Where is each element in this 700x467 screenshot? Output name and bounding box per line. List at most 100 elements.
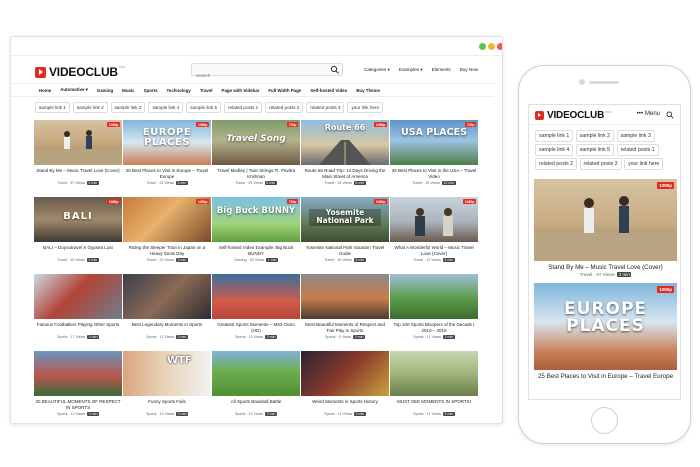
- site-logo[interactable]: VIDEOCLUB PRO: [35, 65, 125, 79]
- video-card[interactable]: Big Buck BUNNY 720p Self-hosted Video Ex…: [212, 197, 300, 262]
- video-title[interactable]: Stand By Me – Music Travel Love (Cover): [34, 168, 122, 180]
- tag-link[interactable]: sample link 1: [35, 102, 70, 113]
- tag-link[interactable]: your link here: [624, 158, 664, 170]
- video-card[interactable]: Travel Song 720p Travel Medley | Twin St…: [212, 120, 300, 185]
- video-thumbnail[interactable]: 1080p: [34, 120, 122, 165]
- video-card[interactable]: Route 66 1080p Route 66 Road Trip: 14 Da…: [301, 120, 389, 185]
- video-title[interactable]: MUST SEE MOMENTS IN SPORTS!: [390, 399, 478, 411]
- video-card[interactable]: BALI 1080p BALI – Doyoutravel X Gypsea L…: [34, 197, 122, 262]
- video-title[interactable]: 25 Best Places to Visit in Europe – Trav…: [123, 168, 211, 180]
- mobile-logo[interactable]: VIDEOCLUB PRO: [535, 110, 612, 121]
- video-thumbnail[interactable]: [212, 351, 300, 396]
- main-nav-self-hosted-video[interactable]: Self-hosted Video: [310, 88, 347, 93]
- video-card[interactable]: WTF Funny Sports Fails Sports · 12 Views…: [123, 351, 211, 416]
- main-nav-music[interactable]: Music: [122, 88, 134, 93]
- tag-link[interactable]: your link here: [347, 102, 384, 113]
- video-card[interactable]: Best Legendary Moments in Sports Sports …: [123, 274, 211, 339]
- video-title[interactable]: Stand By Me – Music Travel Love (Cover): [534, 264, 677, 271]
- video-card[interactable]: 20 BEAUTIFUL MOMENTS OF RESPECT IN SPORT…: [34, 351, 122, 416]
- video-title[interactable]: Yosemite National Park Vacation Travel G…: [301, 245, 389, 257]
- video-thumbnail[interactable]: Yosemite National Park 1080p: [301, 197, 389, 242]
- video-thumbnail[interactable]: Travel Song 720p: [212, 120, 300, 165]
- video-thumbnail[interactable]: Route 66 1080p: [301, 120, 389, 165]
- video-card[interactable]: Most Beautiful Moments of Respect and Fa…: [301, 274, 389, 339]
- tag-link[interactable]: related posts 3: [306, 102, 345, 113]
- tag-link[interactable]: sample link 2: [575, 130, 615, 142]
- video-card[interactable]: 1080p Riding the Sleeper Train in Japan …: [123, 197, 211, 262]
- window-zoom-button[interactable]: [479, 43, 486, 50]
- mobile-video-card[interactable]: EUROPE PLACES 1080p 25 Best Places to Vi…: [534, 283, 677, 380]
- video-thumbnail[interactable]: USA PLACES 720p: [390, 120, 478, 165]
- video-card[interactable]: Yosemite National Park 1080p Yosemite Na…: [301, 197, 389, 262]
- mobile-menu-button[interactable]: ••• Menu: [637, 111, 660, 117]
- video-title[interactable]: 25 Best Places to Visit in Europe – Trav…: [534, 373, 677, 380]
- tag-link[interactable]: sample link 4: [535, 144, 574, 156]
- main-nav-sports[interactable]: Sports: [144, 88, 158, 93]
- video-thumbnail[interactable]: BALI 1080p: [34, 197, 122, 242]
- video-thumbnail[interactable]: [34, 351, 122, 396]
- video-title[interactable]: 20 BEAUTIFUL MOMENTS OF RESPECT IN SPORT…: [34, 399, 122, 411]
- tag-link[interactable]: related posts 2: [265, 102, 304, 113]
- video-thumbnail[interactable]: [34, 274, 122, 319]
- video-thumbnail[interactable]: 1080p: [123, 197, 211, 242]
- search-icon[interactable]: [666, 111, 674, 119]
- tag-link[interactable]: related posts 2: [535, 158, 578, 170]
- video-card[interactable]: EUROPE PLACES 1080p 25 Best Places to Vi…: [123, 120, 211, 185]
- video-card[interactable]: USA PLACES 720p 25 Best Places to Visit …: [390, 120, 478, 185]
- window-minimize-button[interactable]: [488, 43, 495, 50]
- tag-link[interactable]: sample link 4: [148, 102, 184, 113]
- video-title[interactable]: Riding the Sleeper Train in Japan on a H…: [123, 245, 211, 257]
- video-thumbnail[interactable]: 1080p: [390, 197, 478, 242]
- video-title[interactable]: Famous Footballers Playing Other Sports: [34, 322, 122, 334]
- video-title[interactable]: 25 Best Places to Visit in the USA – Tra…: [390, 168, 478, 180]
- window-close-button[interactable]: [497, 43, 502, 50]
- mobile-video-card[interactable]: 1080p Stand By Me – Music Travel Love (C…: [534, 179, 677, 277]
- video-card[interactable]: 1080p Stand By Me – Music Travel Love (C…: [34, 120, 122, 185]
- video-card[interactable]: 1080p What A Wonderful World – Music Tra…: [390, 197, 478, 262]
- tag-link[interactable]: sample link 5: [575, 144, 615, 156]
- video-thumbnail[interactable]: EUROPE PLACES 1080p: [123, 120, 211, 165]
- video-title[interactable]: Travel Medley | Twin Strings Ft. Pavitra…: [212, 168, 300, 180]
- main-nav-home[interactable]: Home: [39, 88, 51, 93]
- video-title[interactable]: What A Wonderful World – Music Travel Lo…: [390, 245, 478, 257]
- video-title[interactable]: Top 100 Sports Bloopers of the Decade | …: [390, 322, 478, 334]
- video-card[interactable]: MUST SEE MOMENTS IN SPORTS! Sports · 11 …: [390, 351, 478, 416]
- video-thumbnail[interactable]: [301, 274, 389, 319]
- home-button[interactable]: [591, 407, 618, 434]
- video-card[interactable]: Weird Moments in Sports History Sports ·…: [301, 351, 389, 416]
- video-title[interactable]: Weird Moments in Sports History: [301, 399, 389, 411]
- video-card[interactable]: Top 100 Sports Bloopers of the Decade | …: [390, 274, 478, 339]
- video-card[interactable]: Greatest Sports Moments – M83 Outro (HD)…: [212, 274, 300, 339]
- video-thumbnail[interactable]: 1080p: [534, 179, 677, 261]
- tag-link[interactable]: sample link 1: [535, 130, 574, 142]
- tag-link[interactable]: related posts 3: [579, 158, 622, 170]
- nav-elements[interactable]: Elements: [432, 67, 451, 73]
- main-nav-full-width-page[interactable]: Full Width Page: [268, 88, 301, 93]
- video-title[interactable]: Route 66 Road Trip: 14 Days Driving the …: [301, 168, 389, 180]
- video-title[interactable]: BALI – Doyoutravel X Gypsea Lust: [34, 245, 122, 257]
- main-nav-gaming[interactable]: Gaming: [97, 88, 113, 93]
- video-thumbnail[interactable]: [301, 351, 389, 396]
- main-nav-technology[interactable]: Technology: [167, 88, 191, 93]
- main-nav-buy-theme[interactable]: Buy Theme: [356, 88, 380, 93]
- tag-link[interactable]: related posts 1: [616, 144, 659, 156]
- search-input[interactable]: [192, 70, 322, 81]
- tag-link[interactable]: sample link 3: [616, 130, 655, 142]
- video-thumbnail[interactable]: [390, 351, 478, 396]
- video-card[interactable]: Famous Footballers Playing Other Sports …: [34, 274, 122, 339]
- nav-buy-now[interactable]: Buy Now: [460, 67, 478, 73]
- video-title[interactable]: Best Legendary Moments in Sports: [123, 322, 211, 334]
- main-nav-automotive[interactable]: Automotive ▾: [60, 87, 88, 93]
- main-nav-page-with-sidebar[interactable]: Page with Sidebar: [222, 88, 260, 93]
- main-nav-travel[interactable]: Travel: [200, 88, 213, 93]
- video-title[interactable]: Funny Sports Fails: [123, 399, 211, 411]
- video-card[interactable]: All Sports Baseball Battle Sports · 10 V…: [212, 351, 300, 416]
- video-title[interactable]: Most Beautiful Moments of Respect and Fa…: [301, 322, 389, 334]
- video-thumbnail[interactable]: Big Buck BUNNY 720p: [212, 197, 300, 242]
- video-thumbnail[interactable]: [123, 274, 211, 319]
- tag-link[interactable]: sample link 2: [72, 102, 108, 113]
- nav-examples[interactable]: Examples ▾: [399, 67, 423, 73]
- nav-categories[interactable]: Categories ▾: [364, 67, 390, 73]
- video-thumbnail[interactable]: WTF: [123, 351, 211, 396]
- video-thumbnail[interactable]: [212, 274, 300, 319]
